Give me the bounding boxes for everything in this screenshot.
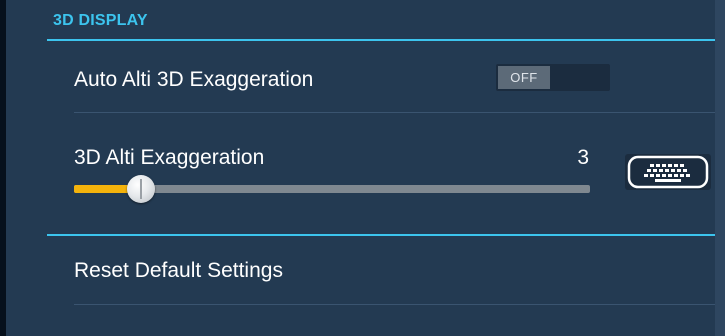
row-divider	[74, 112, 715, 113]
keyboard-icon	[627, 155, 709, 189]
reset-default-settings-button[interactable]: Reset Default Settings	[74, 259, 283, 283]
row-divider	[74, 304, 715, 305]
keyboard-button[interactable]	[625, 154, 711, 190]
slider-thumb[interactable]	[127, 175, 155, 203]
section-divider	[47, 234, 715, 236]
section-header-divider	[47, 39, 715, 41]
toggle-state-label: OFF	[498, 66, 550, 89]
scrollbar-track[interactable]	[715, 0, 725, 336]
alti-exaggeration-value: 3	[577, 146, 589, 169]
section-title: 3D DISPLAY	[53, 12, 148, 29]
auto-alti-toggle[interactable]: OFF	[496, 64, 610, 91]
auto-alti-label: Auto Alti 3D Exaggeration	[74, 68, 314, 91]
alti-exaggeration-label: 3D Alti Exaggeration	[74, 146, 265, 169]
left-edge-bar	[0, 0, 6, 336]
